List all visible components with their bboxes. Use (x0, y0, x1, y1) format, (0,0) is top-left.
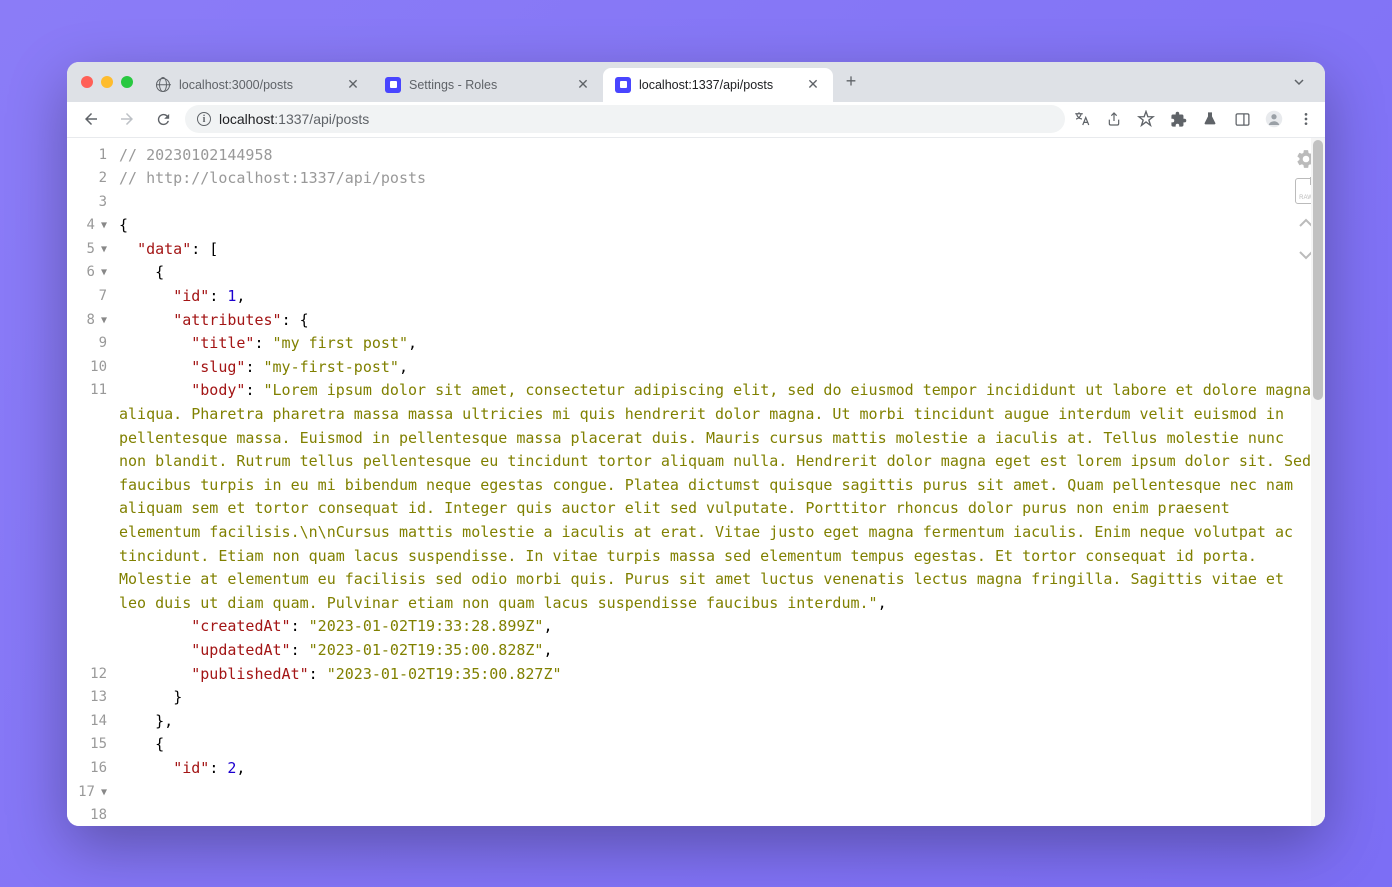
profile-avatar-icon[interactable] (1265, 110, 1283, 128)
scrollbar-thumb[interactable] (1313, 140, 1323, 400)
forward-button[interactable] (113, 105, 141, 133)
browser-window: localhost:3000/posts ✕ Settings - Roles … (67, 62, 1325, 826)
address-bar: i localhost:1337/api/posts (67, 102, 1325, 138)
tab-bar: localhost:3000/posts ✕ Settings - Roles … (67, 62, 1325, 102)
reload-button[interactable] (149, 105, 177, 133)
scrollbar[interactable] (1311, 138, 1325, 826)
page-content: 1234▼5▼6▼78▼91011121314151617▼18 // 2023… (67, 138, 1325, 826)
minimize-window-button[interactable] (101, 76, 113, 88)
line-number-gutter: 1234▼5▼6▼78▼91011121314151617▼18 (67, 138, 111, 826)
globe-icon (155, 77, 171, 93)
sidepanel-icon[interactable] (1233, 110, 1251, 128)
strapi-icon (615, 77, 631, 93)
back-button[interactable] (77, 105, 105, 133)
tab-overflow[interactable] (1289, 72, 1317, 92)
chevron-down-icon (1289, 72, 1309, 92)
labs-icon[interactable] (1201, 110, 1219, 128)
new-tab-button[interactable]: + (837, 68, 865, 96)
maximize-window-button[interactable] (121, 76, 133, 88)
toolbar-icons (1073, 110, 1315, 128)
tab-close-button[interactable]: ✕ (345, 77, 361, 93)
tab-close-button[interactable]: ✕ (805, 77, 821, 93)
tab-close-button[interactable]: ✕ (575, 77, 591, 93)
strapi-icon (385, 77, 401, 93)
extensions-icon[interactable] (1169, 110, 1187, 128)
close-window-button[interactable] (81, 76, 93, 88)
url-text: localhost:1337/api/posts (219, 111, 369, 127)
share-icon[interactable] (1105, 110, 1123, 128)
bookmark-star-icon[interactable] (1137, 110, 1155, 128)
site-info-icon[interactable]: i (197, 112, 211, 126)
menu-icon[interactable] (1297, 110, 1315, 128)
tab-title: Settings - Roles (409, 78, 567, 92)
tab-title: localhost:3000/posts (179, 78, 337, 92)
tab-3-active[interactable]: localhost:1337/api/posts ✕ (603, 68, 833, 102)
window-controls (75, 76, 143, 88)
translate-icon[interactable] (1073, 110, 1091, 128)
tab-2[interactable]: Settings - Roles ✕ (373, 68, 603, 102)
tab-1[interactable]: localhost:3000/posts ✕ (143, 68, 373, 102)
tab-title: localhost:1337/api/posts (639, 78, 797, 92)
url-input[interactable]: i localhost:1337/api/posts (185, 105, 1065, 133)
json-viewer[interactable]: // 20230102144958 // http://localhost:13… (111, 138, 1325, 826)
